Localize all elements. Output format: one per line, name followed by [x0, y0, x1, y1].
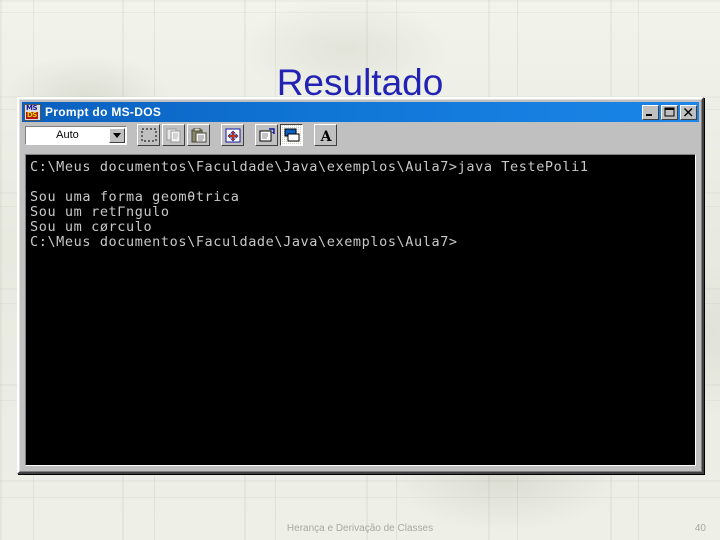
ms-dos-icon: MS DS — [24, 103, 41, 121]
properties-icon — [259, 127, 275, 141]
font-size-dropdown[interactable]: Auto — [25, 125, 127, 145]
mark-button[interactable] — [137, 124, 160, 146]
window-controls — [642, 104, 697, 120]
background-button[interactable] — [280, 124, 303, 146]
font-size-value: Auto — [56, 129, 79, 141]
paste-icon — [191, 127, 206, 142]
titlebar-title: Prompt do MS-DOS — [45, 105, 162, 119]
console-text: C:\Meus documentos\Faculdade\Java\exempl… — [30, 159, 589, 250]
copy-button — [162, 124, 185, 146]
copy-icon — [166, 128, 180, 142]
minimize-button[interactable] — [642, 104, 659, 120]
slide-page-number: 40 — [694, 523, 706, 534]
mark-icon — [141, 128, 156, 142]
properties-button[interactable] — [255, 124, 278, 146]
slide-footer: Herança e Derivação de Classes — [286, 523, 434, 534]
minimize-icon — [646, 113, 652, 116]
console-output-area[interactable]: C:\Meus documentos\Faculdade\Java\exempl… — [25, 154, 696, 466]
close-button[interactable] — [680, 104, 697, 120]
dos-toolbar: Auto A — [22, 122, 699, 148]
titlebar[interactable]: MS DS Prompt do MS-DOS — [22, 102, 699, 122]
fullscreen-icon — [225, 128, 240, 142]
background-icon — [284, 128, 299, 142]
slide-canvas: Resultado MS DS Prompt do MS-DOS Auto A … — [0, 0, 720, 540]
ms-dos-window-inner: MS DS Prompt do MS-DOS Auto A C:\Meus do… — [19, 99, 702, 472]
font-button[interactable]: A — [314, 124, 337, 146]
ms-dos-icon-text-bottom: DS — [26, 110, 38, 119]
svg-text:A: A — [319, 129, 332, 143]
paste-button[interactable] — [187, 124, 210, 146]
font-icon: A — [319, 129, 332, 143]
chevron-down-glyph — [113, 132, 121, 138]
fullscreen-button[interactable] — [221, 124, 244, 146]
maximize-button[interactable] — [661, 104, 678, 120]
chevron-down-icon[interactable] — [109, 127, 125, 143]
maximize-icon — [664, 107, 675, 116]
ms-dos-window[interactable]: MS DS Prompt do MS-DOS Auto A C:\Meus do… — [17, 97, 704, 474]
close-icon — [684, 107, 693, 116]
